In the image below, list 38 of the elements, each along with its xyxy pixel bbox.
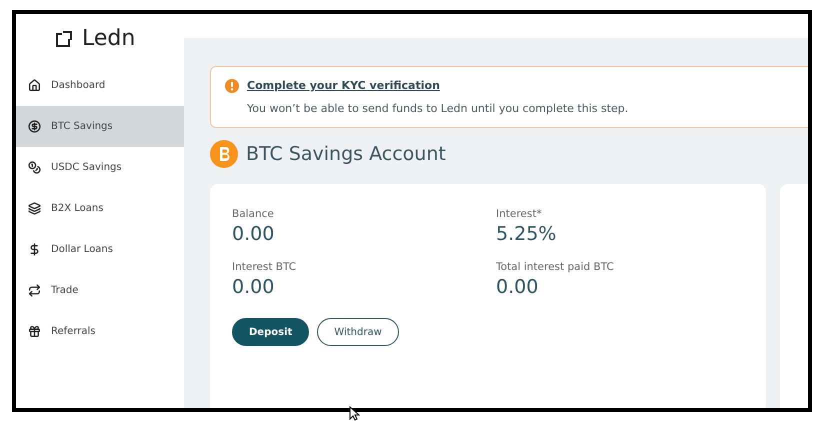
stat-label: Interest*: [496, 208, 543, 220]
sidebar-item[interactable]: BTC Savings: [16, 106, 184, 147]
sidebar-item-label: BTC Savings: [51, 121, 113, 132]
logo-icon: [54, 28, 74, 48]
stat-label: Interest BTC: [232, 261, 298, 273]
stat-value: 0.00: [496, 276, 540, 298]
stat-value: 5.25%: [496, 223, 558, 245]
withdraw-button[interactable]: Withdraw: [317, 318, 399, 346]
page-heading: BTC Savings Account: [246, 143, 446, 165]
home-icon: [28, 79, 41, 92]
bitcoin-icon: [210, 140, 238, 168]
sidebar-item-label: B2X Loans: [51, 203, 104, 214]
sidebar-item-label: Dashboard: [51, 80, 106, 91]
sidebar-item-label: Dollar Loans: [51, 244, 113, 255]
sidebar-item[interactable]: Trade: [16, 270, 184, 311]
sidebar-item-label: Trade: [51, 285, 78, 296]
logo-text: Ledn: [82, 26, 136, 51]
alert-message: You won’t be able to send funds to Ledn until you complete this step.: [247, 102, 628, 115]
coin-icon: [28, 120, 41, 133]
sidebar-item[interactable]: Dollar Loans: [16, 229, 184, 270]
sidebar-item[interactable]: B2X Loans: [16, 188, 184, 229]
sidebar-item-label: USDC Savings: [51, 162, 122, 173]
coin-icon: [28, 161, 41, 174]
sidebar-item-label: Referrals: [51, 326, 96, 337]
deposit-button[interactable]: Deposit: [232, 318, 310, 346]
kyc-link[interactable]: Complete your KYC verification: [247, 79, 628, 92]
gift-icon: [28, 325, 41, 338]
warning-icon: [225, 79, 239, 93]
stat-value: 0.00: [232, 276, 276, 298]
exchange-icon: [28, 284, 41, 297]
sidebar-item[interactable]: Referrals: [16, 311, 184, 352]
stat-label: Balance: [232, 208, 275, 220]
stat-value: 0.00: [232, 223, 276, 245]
dollar-icon: [28, 243, 41, 256]
sidebar-item[interactable]: Dashboard: [16, 65, 184, 106]
stat-label: Total interest paid BTC: [496, 261, 615, 273]
coin-stack-icon: [28, 202, 41, 215]
sidebar-item[interactable]: USDC Savings: [16, 147, 184, 188]
